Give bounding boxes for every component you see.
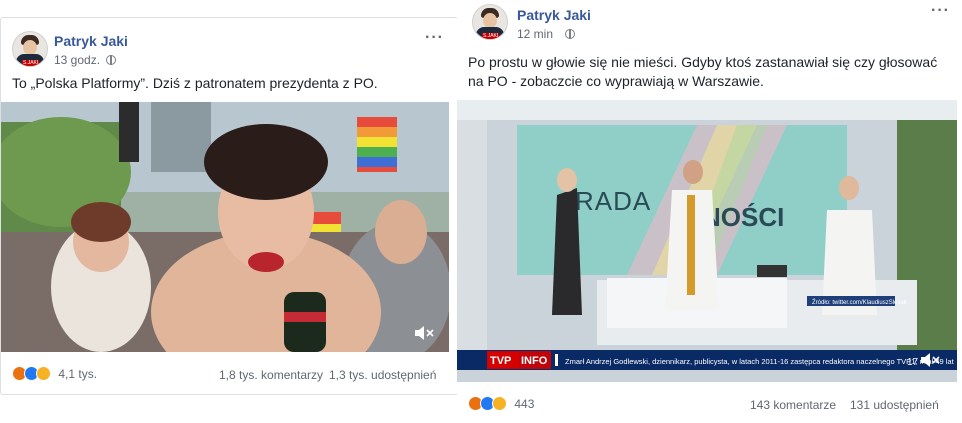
reactions-count: 4,1 tys. — [58, 366, 98, 381]
reactions-bar[interactable]: 443 — [468, 396, 535, 412]
news-ticker: Zmarł Andrzej Godlewski, dziennikarz, pu… — [565, 357, 955, 366]
more-options-icon[interactable]: ··· — [425, 29, 444, 47]
haha-icon — [36, 366, 51, 382]
video-frame — [1, 102, 449, 352]
post-text: To „Polska Platformy”. Dziś z patronatem… — [12, 75, 378, 91]
shares-count[interactable]: 131 udostępnień — [850, 398, 939, 412]
shares-count[interactable]: 1,3 tys. udostępnień — [329, 368, 436, 382]
banner-word-2: NOŚCI — [702, 202, 784, 232]
author-name[interactable]: Patryk Jaki — [517, 7, 591, 23]
post-time[interactable]: 13 godz. — [54, 53, 100, 67]
author-name[interactable]: Patryk Jaki — [54, 33, 128, 49]
comments-count[interactable]: 1,8 tys. komentarzy — [219, 368, 323, 382]
banner-word-1: RADA — [575, 186, 651, 216]
author-avatar[interactable]: S.JAKI — [12, 31, 48, 67]
post-header: S.JAKI Patryk Jaki 13 godz. ··· — [1, 18, 457, 67]
globe-icon — [106, 55, 116, 65]
ticker-time: 17 — [907, 357, 919, 368]
video-player[interactable] — [1, 102, 449, 352]
volume-muted-icon[interactable] — [919, 351, 941, 369]
source-tag: Źródło: twitter.com/KlaudiuszSlezak — [812, 299, 908, 306]
more-options-icon[interactable]: ··· — [931, 2, 950, 20]
video-frame: RADA NOŚCI Źródło: twitter.com/Klaudiusz… — [457, 100, 957, 382]
comments-count[interactable]: 143 komentarze — [750, 398, 836, 412]
reactions-count: 443 — [514, 396, 535, 411]
tvp-info: INFO — [521, 355, 548, 367]
post-left: S.JAKI Patryk Jaki 13 godz. ··· To „Pols… — [0, 17, 458, 395]
globe-icon — [565, 29, 575, 39]
video-player[interactable]: RADA NOŚCI Źródło: twitter.com/Klaudiusz… — [457, 100, 957, 382]
tvp-logo: TVP — [490, 355, 511, 367]
post-text-line-2: na PO - zobaczcie co wyprawiają w Warsza… — [468, 73, 764, 89]
reactions-bar[interactable]: 4,1 tys. — [12, 366, 98, 382]
post-text: Po prostu w głowie się nie mieści. Gdyby… — [468, 53, 958, 91]
volume-muted-icon[interactable] — [413, 324, 435, 342]
post-time[interactable]: 12 min — [517, 27, 553, 41]
author-avatar[interactable]: S.JAKI — [472, 4, 508, 40]
sad-icon — [492, 396, 507, 412]
post-right: S.JAKI Patryk Jaki 12 min ··· Po prostu … — [457, 0, 962, 423]
post-text-line-1: Po prostu w głowie się nie mieści. Gdyby… — [468, 54, 938, 70]
